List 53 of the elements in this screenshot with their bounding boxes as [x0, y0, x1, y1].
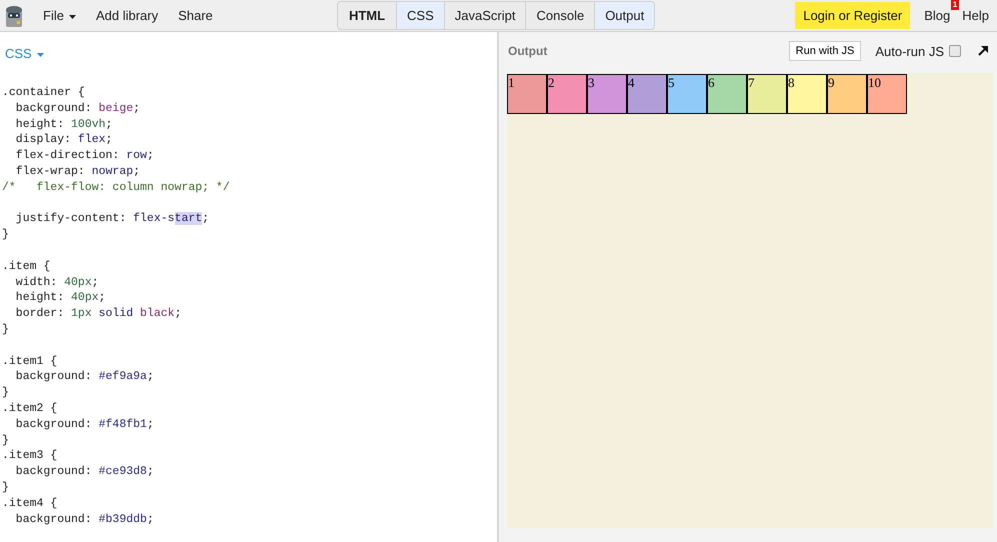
- flex-item: 8: [787, 74, 827, 114]
- flex-item: 10: [867, 74, 907, 114]
- panel-tab[interactable]: CSS: [397, 2, 445, 29]
- menu-item[interactable]: Share: [168, 8, 223, 23]
- flex-item: 5: [667, 74, 707, 114]
- code-line: background: beige;: [14, 100, 142, 117]
- run-button[interactable]: Run with JS: [788, 41, 862, 61]
- code-line: .container {: [1, 85, 86, 101]
- code-line: .item4 {: [1, 496, 58, 512]
- flex-item: 6: [707, 74, 747, 114]
- code-line: display: flex;: [14, 132, 114, 148]
- caret-icon: [68, 14, 76, 19]
- blog-link[interactable]: Blog: [924, 8, 950, 22]
- code-line: background: #f48fb1;: [14, 416, 155, 433]
- code-line: }: [1, 227, 10, 243]
- code-line: /* flex-flow: column nowrap; */: [1, 180, 231, 196]
- code-line: }: [1, 322, 10, 338]
- code-line: height: 40px;: [14, 290, 107, 306]
- help-link[interactable]: Help: [962, 8, 989, 23]
- flex-item: 9: [827, 74, 867, 114]
- menu-item[interactable]: File: [33, 8, 86, 23]
- code-line: .item1 {: [1, 354, 58, 370]
- flex-item: 4: [627, 74, 667, 114]
- code-line: height: 100vh;: [14, 116, 114, 132]
- code-line: .item3 {: [1, 448, 58, 464]
- code-line: width: 40px;: [14, 274, 100, 290]
- flex-item: 2: [547, 74, 587, 114]
- code-line: }: [1, 385, 10, 401]
- menu-item[interactable]: Add library: [86, 8, 168, 23]
- code-line: flex-direction: row;: [14, 148, 155, 164]
- auto-run-label: Auto-run JS: [875, 44, 944, 58]
- checkbox[interactable]: [949, 45, 961, 57]
- output-title: Output: [508, 44, 548, 58]
- notification-badge: 1: [950, 0, 960, 10]
- code-line: flex-wrap: nowrap;: [14, 164, 142, 180]
- code-line: .item2 {: [1, 400, 58, 417]
- code-line: justify-content: flex-start;: [14, 211, 210, 228]
- arrow-icon[interactable]: [977, 45, 989, 57]
- code-line: }: [1, 432, 10, 448]
- code-line: background: #b39ddb;: [14, 512, 155, 528]
- robot-bin-logo-icon[interactable]: [5, 4, 23, 28]
- flex-item: 7: [747, 74, 787, 114]
- panel-tab[interactable]: Output: [595, 2, 654, 29]
- code-line: border: 1px solid black;: [14, 306, 182, 322]
- code-line: background: #ef9a9a;: [14, 369, 155, 386]
- code-line: background: #ce93d8;: [14, 464, 155, 480]
- flex-item: 1: [507, 74, 547, 114]
- login-button[interactable]: Login or Register: [795, 2, 910, 29]
- code-line: .item {: [1, 258, 52, 275]
- caret-icon: [36, 52, 44, 57]
- code-line: }: [1, 480, 10, 496]
- flex-item: 3: [587, 74, 627, 114]
- panel-tab[interactable]: HTML: [338, 2, 398, 29]
